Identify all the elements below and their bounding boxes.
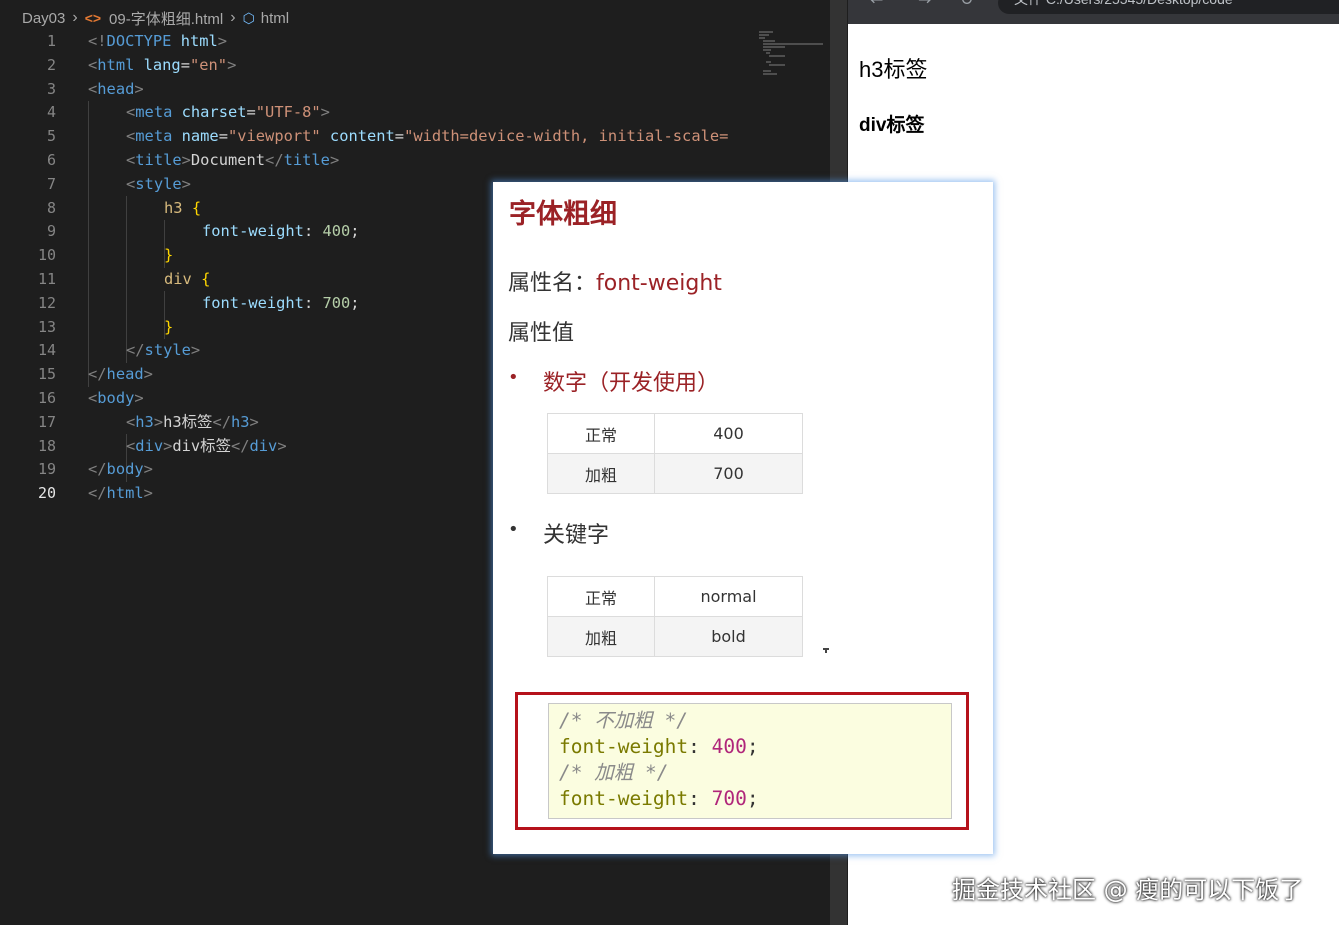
minimap-line <box>759 34 769 36</box>
table-cell: bold <box>654 616 803 657</box>
preview-h3: h3标签 <box>859 57 928 82</box>
line-number: 2 <box>46 55 56 74</box>
minimap-line <box>763 46 785 48</box>
lesson-slide: 字体粗细 属性名：font-weight 属性值 • 数字（开发使用） 正常 40… <box>493 182 993 854</box>
line-number: 14 <box>37 341 56 360</box>
breadcrumb-folder[interactable]: Day03 <box>22 10 65 27</box>
code-snippet: /* 不加粗 */ font-weight: 400; /* 加粗 */ fon… <box>548 703 952 819</box>
bullet-keyword: 关键字 <box>543 523 610 548</box>
html-tag-icon: ⬡ <box>242 9 255 26</box>
minimap-line <box>769 55 785 57</box>
code-line[interactable]: 1 <!DOCTYPE html> <box>0 30 760 54</box>
minimap-line <box>763 43 823 45</box>
code-comment: /* 不加粗 */ <box>559 709 688 732</box>
minimap-line <box>769 64 785 66</box>
table-cell: 正常 <box>547 413 655 454</box>
cursor-icon <box>823 648 829 653</box>
line-number: 3 <box>46 79 56 98</box>
minimap-line <box>763 40 775 42</box>
chevron-right-icon: › <box>230 9 236 26</box>
minimap[interactable] <box>757 30 827 76</box>
code-declaration: font-weight: 400; <box>559 735 759 758</box>
browser-toolbar: ← → ↻ 文件 C:/Users/25545/Desktop/code <box>848 0 1339 24</box>
bullet-icon: • <box>508 519 519 540</box>
numeric-values-table: 正常 400 加粗 700 <box>547 413 803 494</box>
code-declaration: font-weight: 700; <box>559 787 759 810</box>
code-line[interactable]: 4 <meta charset="UTF-8"> <box>0 101 760 125</box>
property-name-label: 属性名： <box>508 271 597 296</box>
watermark: 掘金技术社区 @ 瘦的可以下饭了 <box>952 876 1304 904</box>
line-number: 1 <box>46 32 56 50</box>
line-number: 8 <box>46 198 56 217</box>
address-bar[interactable]: 文件 C:/Users/25545/Desktop/code <box>998 0 1339 14</box>
minimap-line <box>763 49 771 51</box>
code-line[interactable]: 5 <meta name="viewport" content="width=de… <box>0 125 760 149</box>
highlight-frame: /* 不加粗 */ font-weight: 400; /* 加粗 */ fon… <box>515 692 969 830</box>
bullet-numeric: 数字（开发使用） <box>543 371 720 396</box>
table-cell: 加粗 <box>547 616 655 657</box>
table-row: 加粗 bold <box>547 616 803 657</box>
line-number: 19 <box>37 460 56 479</box>
line-number: 17 <box>37 412 56 431</box>
table-row: 正常 normal <box>547 576 803 617</box>
code-line[interactable]: 2 <html lang="en"> <box>0 54 760 78</box>
table-row: 加粗 700 <box>547 453 803 494</box>
table-cell: 正常 <box>547 576 655 617</box>
code-line[interactable]: 3 <head> <box>0 78 760 102</box>
line-number: 18 <box>37 436 56 455</box>
bullet-icon: • <box>508 367 519 388</box>
property-name: 属性名：font-weight <box>508 265 722 297</box>
line-number: 11 <box>37 269 56 288</box>
property-value-heading: 属性值 <box>508 321 575 346</box>
line-number: 5 <box>46 127 56 146</box>
table-cell: 加粗 <box>547 453 655 494</box>
breadcrumb-symbol[interactable]: html <box>261 10 289 27</box>
table-row: 正常 400 <box>547 413 803 454</box>
line-number: 13 <box>37 317 56 336</box>
minimap-line <box>766 61 771 63</box>
line-number: 7 <box>46 174 56 193</box>
code-comment: /* 加粗 */ <box>559 761 669 784</box>
table-cell: 700 <box>654 453 803 494</box>
line-number: 20 <box>37 484 56 503</box>
minimap-line <box>759 37 765 39</box>
table-cell: 400 <box>654 413 803 454</box>
preview-div: div标签 <box>859 115 925 136</box>
line-number: 4 <box>46 103 56 122</box>
table-cell: normal <box>654 576 803 617</box>
minimap-line <box>759 31 773 33</box>
keyword-values-table: 正常 normal 加粗 bold <box>547 576 803 657</box>
minimap-line <box>766 52 770 54</box>
line-number: 10 <box>37 246 56 265</box>
back-icon[interactable]: ← <box>870 0 883 9</box>
slide-title: 字体粗细 <box>509 199 617 230</box>
chevron-right-icon: › <box>72 9 78 26</box>
forward-icon[interactable]: → <box>918 0 931 9</box>
line-number: 6 <box>46 150 56 169</box>
minimap-line <box>763 70 771 72</box>
line-number: 9 <box>46 222 56 241</box>
minimap-line <box>763 73 777 75</box>
line-number: 12 <box>37 293 56 312</box>
html-file-icon: <> <box>84 10 102 26</box>
reload-icon[interactable]: ↻ <box>960 0 973 9</box>
line-number: 15 <box>37 365 56 384</box>
line-number: 16 <box>37 388 56 407</box>
breadcrumb-file[interactable]: 09-字体粗细.html <box>109 8 223 29</box>
code-line[interactable]: 6 <title>Document</title> <box>0 149 760 173</box>
property-name-value: font-weight <box>596 271 722 296</box>
